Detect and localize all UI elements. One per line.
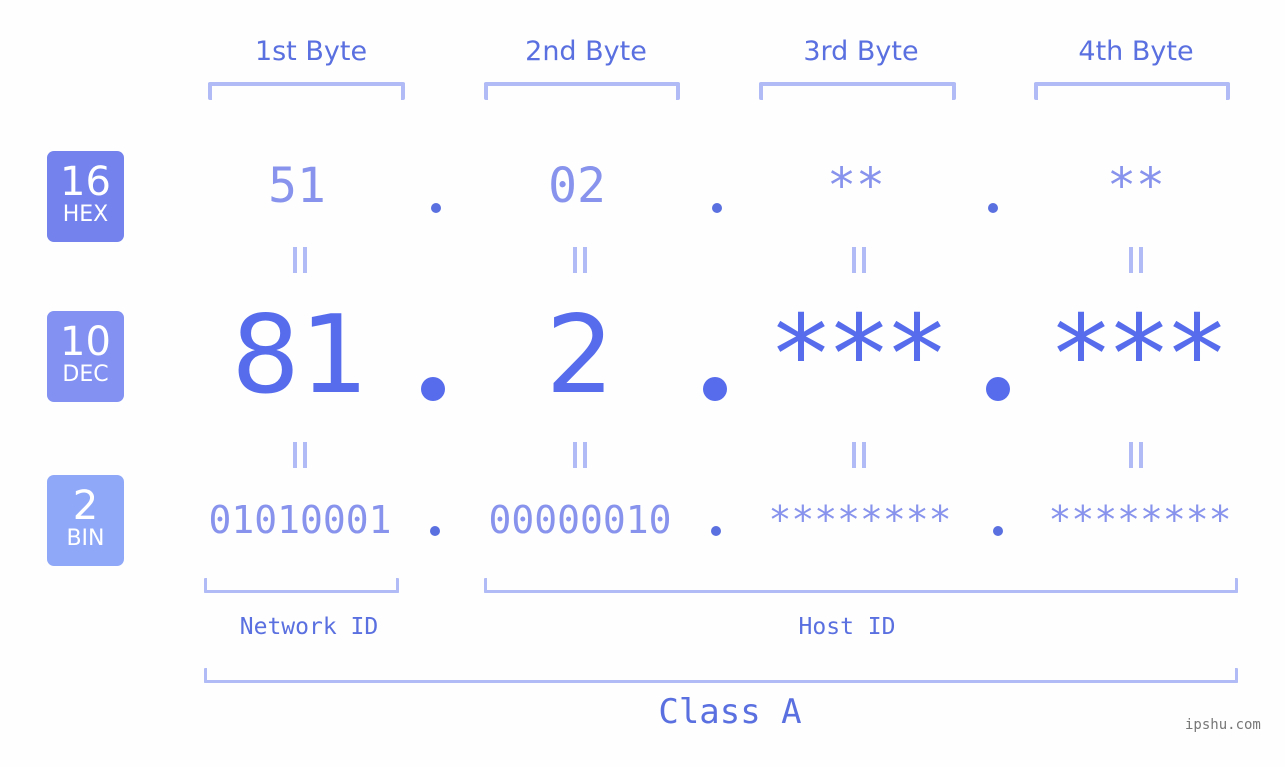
hex-badge-number: 16 bbox=[60, 159, 111, 205]
byte-bracket-2 bbox=[484, 82, 680, 100]
hex-separator-dot bbox=[431, 203, 441, 213]
byte-bracket-4 bbox=[1034, 82, 1230, 100]
bin-byte-1: 01010001 bbox=[208, 498, 392, 542]
dec-byte-3: *** bbox=[774, 293, 948, 418]
byte-header-2: 2nd Byte bbox=[525, 36, 647, 67]
equals-sign bbox=[1116, 242, 1156, 282]
hex-byte-2: 02 bbox=[548, 158, 606, 214]
host-id-label: Host ID bbox=[798, 614, 896, 640]
equals-sign bbox=[560, 242, 600, 282]
bin-badge: 2 BIN bbox=[47, 475, 124, 566]
hex-badge-label: HEX bbox=[62, 202, 109, 227]
dec-badge-label: DEC bbox=[62, 362, 109, 387]
class-label: Class A bbox=[658, 692, 802, 732]
byte-bracket-3 bbox=[759, 82, 956, 100]
dec-separator-dot bbox=[421, 377, 445, 401]
hex-separator-dot bbox=[712, 203, 722, 213]
equals-sign bbox=[839, 437, 879, 477]
dec-byte-1: 81 bbox=[231, 293, 369, 418]
bin-badge-number: 2 bbox=[72, 483, 99, 529]
byte-header-1: 1st Byte bbox=[254, 36, 368, 67]
dec-badge: 10 DEC bbox=[47, 311, 124, 402]
bin-byte-3: ******** bbox=[768, 498, 952, 542]
bin-separator-dot bbox=[711, 526, 721, 536]
hex-byte-1: 51 bbox=[268, 158, 326, 214]
bin-badge-label: BIN bbox=[66, 526, 105, 551]
equals-sign bbox=[1116, 437, 1156, 477]
hex-byte-3: ** bbox=[827, 158, 885, 214]
dec-badge-number: 10 bbox=[60, 319, 111, 365]
bin-byte-4: ******** bbox=[1048, 498, 1232, 542]
hex-badge: 16 HEX bbox=[47, 151, 124, 242]
byte-bracket-1 bbox=[208, 82, 405, 100]
bin-byte-2: 00000010 bbox=[488, 498, 672, 542]
bin-separator-dot bbox=[430, 526, 440, 536]
dec-byte-2: 2 bbox=[545, 293, 615, 418]
network-id-label: Network ID bbox=[239, 614, 379, 640]
dec-byte-4: *** bbox=[1054, 293, 1228, 418]
hex-separator-dot bbox=[988, 203, 998, 213]
equals-sign bbox=[560, 437, 600, 477]
bin-separator-dot bbox=[993, 526, 1003, 536]
class-bracket bbox=[204, 668, 1238, 683]
network-id-bracket bbox=[204, 578, 399, 593]
equals-sign bbox=[280, 242, 320, 282]
hex-byte-4: ** bbox=[1107, 158, 1165, 214]
byte-header-4: 4th Byte bbox=[1078, 36, 1194, 67]
byte-header-3: 3rd Byte bbox=[803, 36, 919, 67]
equals-sign bbox=[839, 242, 879, 282]
equals-sign bbox=[280, 437, 320, 477]
host-id-bracket bbox=[484, 578, 1238, 593]
dec-separator-dot bbox=[986, 377, 1010, 401]
dec-separator-dot bbox=[703, 377, 727, 401]
watermark: ipshu.com bbox=[1185, 717, 1261, 733]
